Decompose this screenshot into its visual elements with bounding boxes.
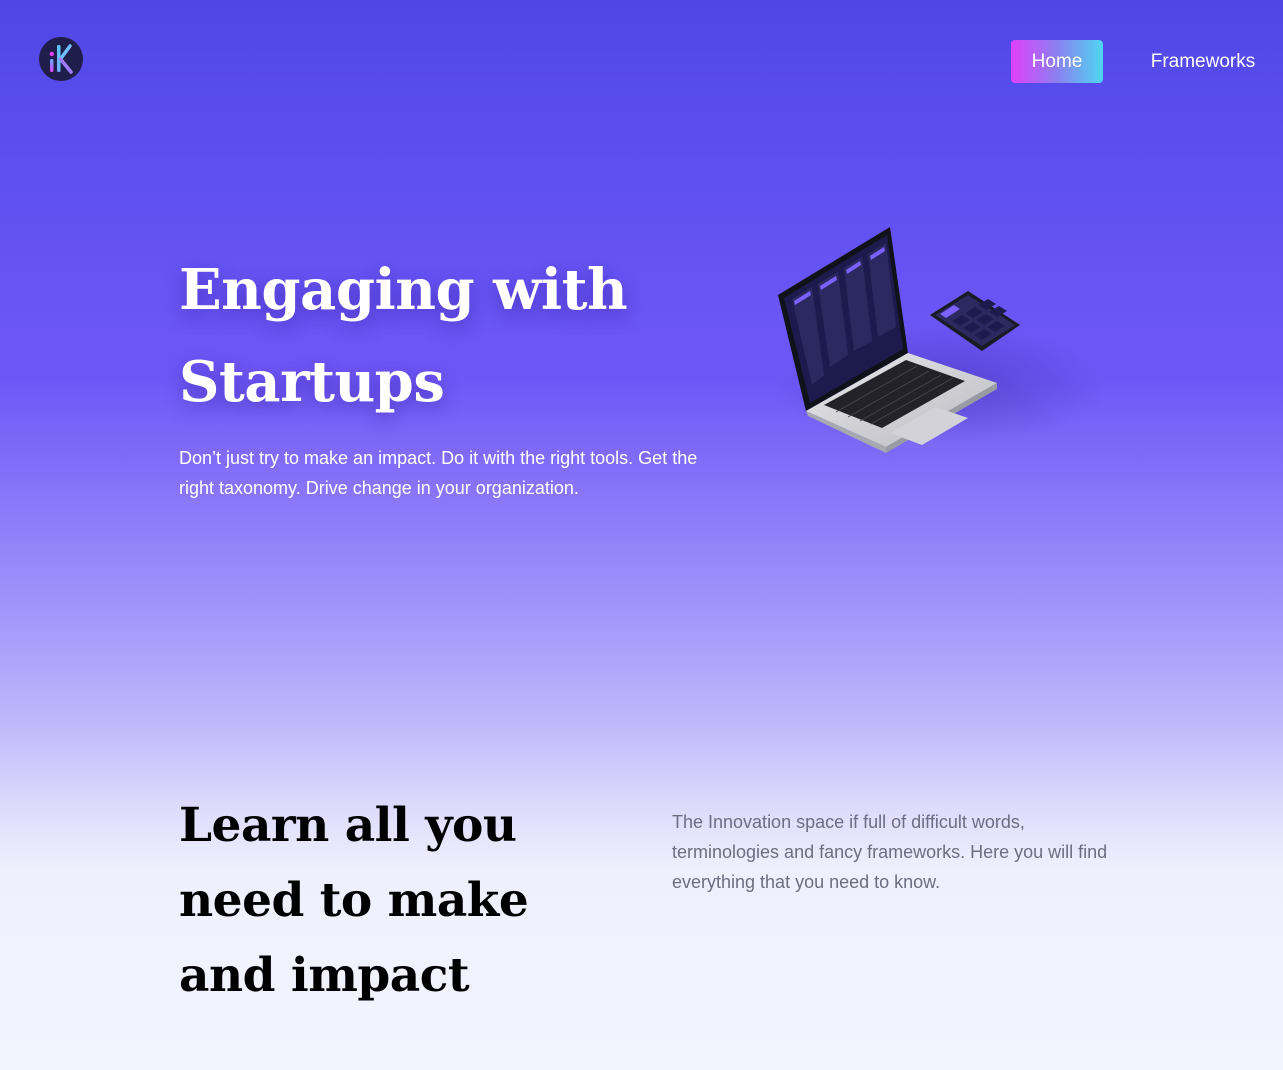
learn-section-text: The Innovation space if full of difficul… <box>672 812 1108 892</box>
ik-logo-icon[interactable] <box>39 37 83 81</box>
laptop-and-phone-illustration <box>770 227 1100 453</box>
hero-subtitle: Don’t just try to make an impact. Do it … <box>179 448 698 498</box>
hero-title: Engaging with Startups <box>179 257 628 415</box>
learn-section-title: Learn all you need to make and impact <box>179 798 529 1003</box>
nav-frameworks-link[interactable]: Frameworks <box>1146 40 1260 83</box>
nav-home-button[interactable]: Home <box>1011 40 1103 83</box>
